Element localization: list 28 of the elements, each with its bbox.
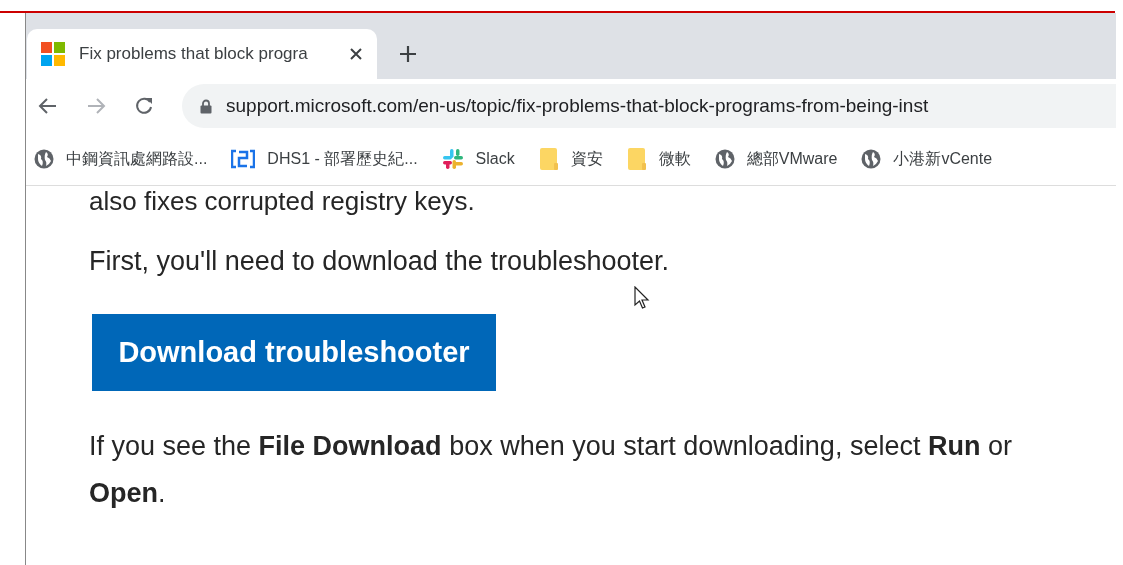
folder-icon	[626, 147, 647, 171]
back-icon[interactable]	[38, 96, 58, 116]
globe-icon	[34, 149, 54, 169]
close-icon[interactable]	[349, 47, 363, 61]
tab-title: Fix problems that block progra	[79, 44, 309, 64]
reload-icon[interactable]	[134, 96, 154, 116]
paragraph-text: also fixes corrupted registry keys.	[89, 186, 476, 216]
folder-icon	[538, 147, 559, 171]
new-tab-icon[interactable]	[399, 45, 417, 63]
cursor-icon	[634, 286, 650, 310]
bookmark[interactable]: DHS1 - 部署歷史紀...	[231, 148, 418, 170]
bookmark[interactable]: 微軟	[626, 147, 691, 171]
address-bar[interactable]: support.microsoft.com/en-us/topic/fix-problems-that-block-programs-from-being-inst	[182, 84, 1116, 128]
windows-logo-icon	[41, 42, 65, 66]
bookmark[interactable]: 資安	[538, 147, 603, 171]
globe-icon	[714, 149, 735, 169]
globe-icon	[861, 149, 882, 169]
bookmark[interactable]: Slack	[441, 148, 515, 170]
app-icon	[231, 149, 256, 169]
slack-icon	[441, 148, 464, 170]
paragraph-text: First, you'll need to download the troubleshooter.	[89, 245, 670, 278]
download-button[interactable]: Download troubleshooter	[92, 314, 496, 391]
bookmark[interactable]: 中鋼資訊處網路設...	[34, 148, 208, 170]
bookmark[interactable]: 小港新vCente	[861, 148, 993, 170]
lock-icon	[200, 98, 212, 114]
browser-tab[interactable]: Fix problems that block progra	[27, 29, 377, 79]
paragraph-text: If you see the File Download box when you start downloading, select Run or Open.	[89, 430, 1013, 510]
bookmark[interactable]: 總部VMware	[714, 148, 838, 170]
